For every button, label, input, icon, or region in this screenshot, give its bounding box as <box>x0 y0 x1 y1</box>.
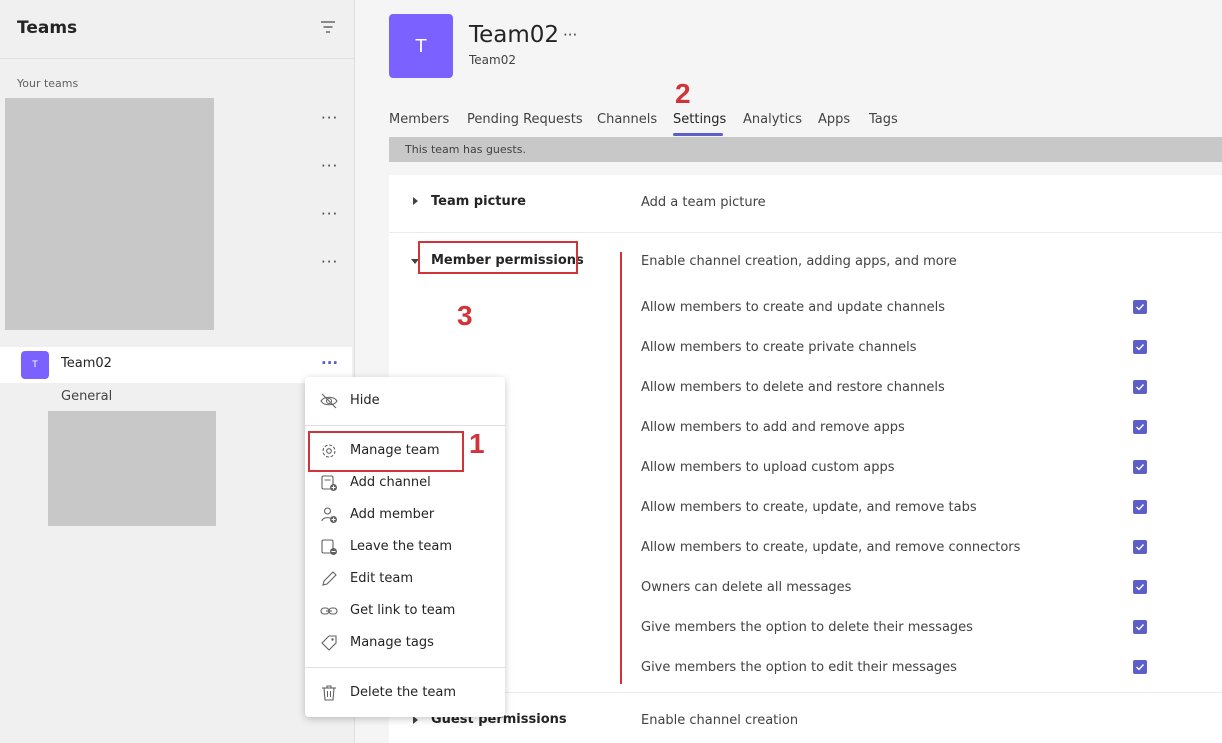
tab-apps[interactable]: Apps <box>818 112 850 127</box>
menu-item-leave-team[interactable]: Leave the team <box>305 533 505 561</box>
permission-checkbox[interactable] <box>1133 540 1147 554</box>
page-title: Team02 <box>469 22 560 48</box>
permission-checkbox[interactable] <box>1133 420 1147 434</box>
menu-item-label: Manage tags <box>350 635 434 650</box>
member-permissions-description: Enable channel creation, adding apps, an… <box>641 254 957 269</box>
permission-label: Allow members to create private channels <box>641 340 917 355</box>
permission-label: Allow members to create, update, and rem… <box>641 500 977 515</box>
team-name: Team02 <box>61 356 112 371</box>
tab-channels[interactable]: Channels <box>597 112 657 127</box>
annotation-vertical-line <box>620 252 622 684</box>
team-header-avatar: T <box>389 14 453 78</box>
menu-item-hide[interactable]: Hide <box>305 387 505 415</box>
your-teams-label: Your teams <box>17 77 79 90</box>
permission-checkbox[interactable] <box>1133 300 1147 314</box>
channel-general[interactable]: General <box>61 389 112 404</box>
tab-members[interactable]: Members <box>389 112 449 127</box>
link-icon <box>320 607 338 615</box>
annotation-box-member-permissions <box>418 241 578 274</box>
menu-item-label: Delete the team <box>350 685 457 700</box>
active-tab-indicator <box>673 133 723 136</box>
permission-checkbox[interactable] <box>1133 340 1147 354</box>
teams-sidebar: Teams Your teams ··· ··· ··· ··· T Team0… <box>0 0 355 743</box>
more-options-icon[interactable]: ··· <box>321 159 338 174</box>
section-divider <box>389 692 1222 693</box>
filter-icon[interactable] <box>320 20 336 34</box>
sidebar-divider <box>0 58 354 59</box>
permission-checkbox[interactable] <box>1133 660 1147 674</box>
permission-checkbox[interactable] <box>1133 460 1147 474</box>
header-more-options-icon[interactable]: ··· <box>563 28 577 43</box>
team-more-options-icon[interactable]: ··· <box>321 356 338 371</box>
redacted-channels-block <box>48 411 216 526</box>
permission-label: Allow members to create and update chann… <box>641 300 945 315</box>
permission-label: Allow members to create, update, and rem… <box>641 540 1021 555</box>
annotation-box-manage-team <box>308 431 464 472</box>
annotation-step-1: 1 <box>469 428 485 459</box>
menu-item-label: Add member <box>350 507 435 522</box>
hide-icon <box>320 393 338 409</box>
permission-checkbox[interactable] <box>1133 500 1147 514</box>
menu-item-label: Leave the team <box>350 539 452 554</box>
annotation-step-2: 2 <box>675 78 691 109</box>
tab-settings[interactable]: Settings <box>673 112 726 127</box>
tag-icon <box>321 635 337 651</box>
guest-notice-bar: This team has guests. <box>389 137 1222 162</box>
guest-permissions-description: Enable channel creation <box>641 713 799 728</box>
pencil-icon <box>322 571 337 586</box>
permission-label: Owners can delete all messages <box>641 580 852 595</box>
tab-pending-requests[interactable]: Pending Requests <box>467 112 583 127</box>
redacted-teams-block <box>5 98 214 330</box>
more-options-icon[interactable]: ··· <box>321 255 338 270</box>
page-subtitle: Team02 <box>469 53 516 67</box>
permission-checkbox[interactable] <box>1133 620 1147 634</box>
menu-item-edit-team[interactable]: Edit team <box>305 565 505 593</box>
trash-icon <box>322 685 336 701</box>
tab-analytics[interactable]: Analytics <box>743 112 802 127</box>
menu-item-add-member[interactable]: Add member <box>305 501 505 529</box>
menu-item-delete-team[interactable]: Delete the team <box>305 679 505 707</box>
permission-checkbox[interactable] <box>1133 580 1147 594</box>
more-options-icon[interactable]: ··· <box>321 207 338 222</box>
menu-item-get-link[interactable]: Get link to team <box>305 597 505 625</box>
permission-label: Allow members to add and remove apps <box>641 420 905 435</box>
menu-item-add-channel[interactable]: Add channel <box>305 469 505 497</box>
permission-label: Allow members to upload custom apps <box>641 460 895 475</box>
menu-divider <box>305 667 505 668</box>
more-options-icon[interactable]: ··· <box>321 111 338 126</box>
menu-item-label: Edit team <box>350 571 414 586</box>
menu-item-manage-tags[interactable]: Manage tags <box>305 629 505 657</box>
permission-label: Give members the option to delete their … <box>641 620 973 635</box>
permission-checkbox[interactable] <box>1133 380 1147 394</box>
leave-icon <box>321 539 337 555</box>
menu-item-label: Hide <box>350 393 380 408</box>
expand-caret-icon[interactable] <box>413 197 418 205</box>
expand-caret-icon[interactable] <box>413 716 418 724</box>
guest-notice-text: This team has guests. <box>405 143 526 156</box>
section-divider <box>389 232 1222 233</box>
menu-divider <box>305 425 505 426</box>
tab-tags[interactable]: Tags <box>869 112 898 127</box>
permission-label: Allow members to delete and restore chan… <box>641 380 945 395</box>
permission-label: Give members the option to edit their me… <box>641 660 957 675</box>
sidebar-title: Teams <box>17 18 78 38</box>
team-picture-description: Add a team picture <box>641 195 766 210</box>
menu-item-label: Get link to team <box>350 603 456 618</box>
add-member-icon <box>321 507 337 523</box>
add-channel-icon <box>321 475 337 491</box>
team-picture-title[interactable]: Team picture <box>431 194 526 209</box>
team-row-team02[interactable]: T Team02 ··· <box>0 347 352 383</box>
team-avatar: T <box>21 351 49 379</box>
annotation-step-3: 3 <box>457 300 473 331</box>
menu-item-label: Add channel <box>350 475 431 490</box>
